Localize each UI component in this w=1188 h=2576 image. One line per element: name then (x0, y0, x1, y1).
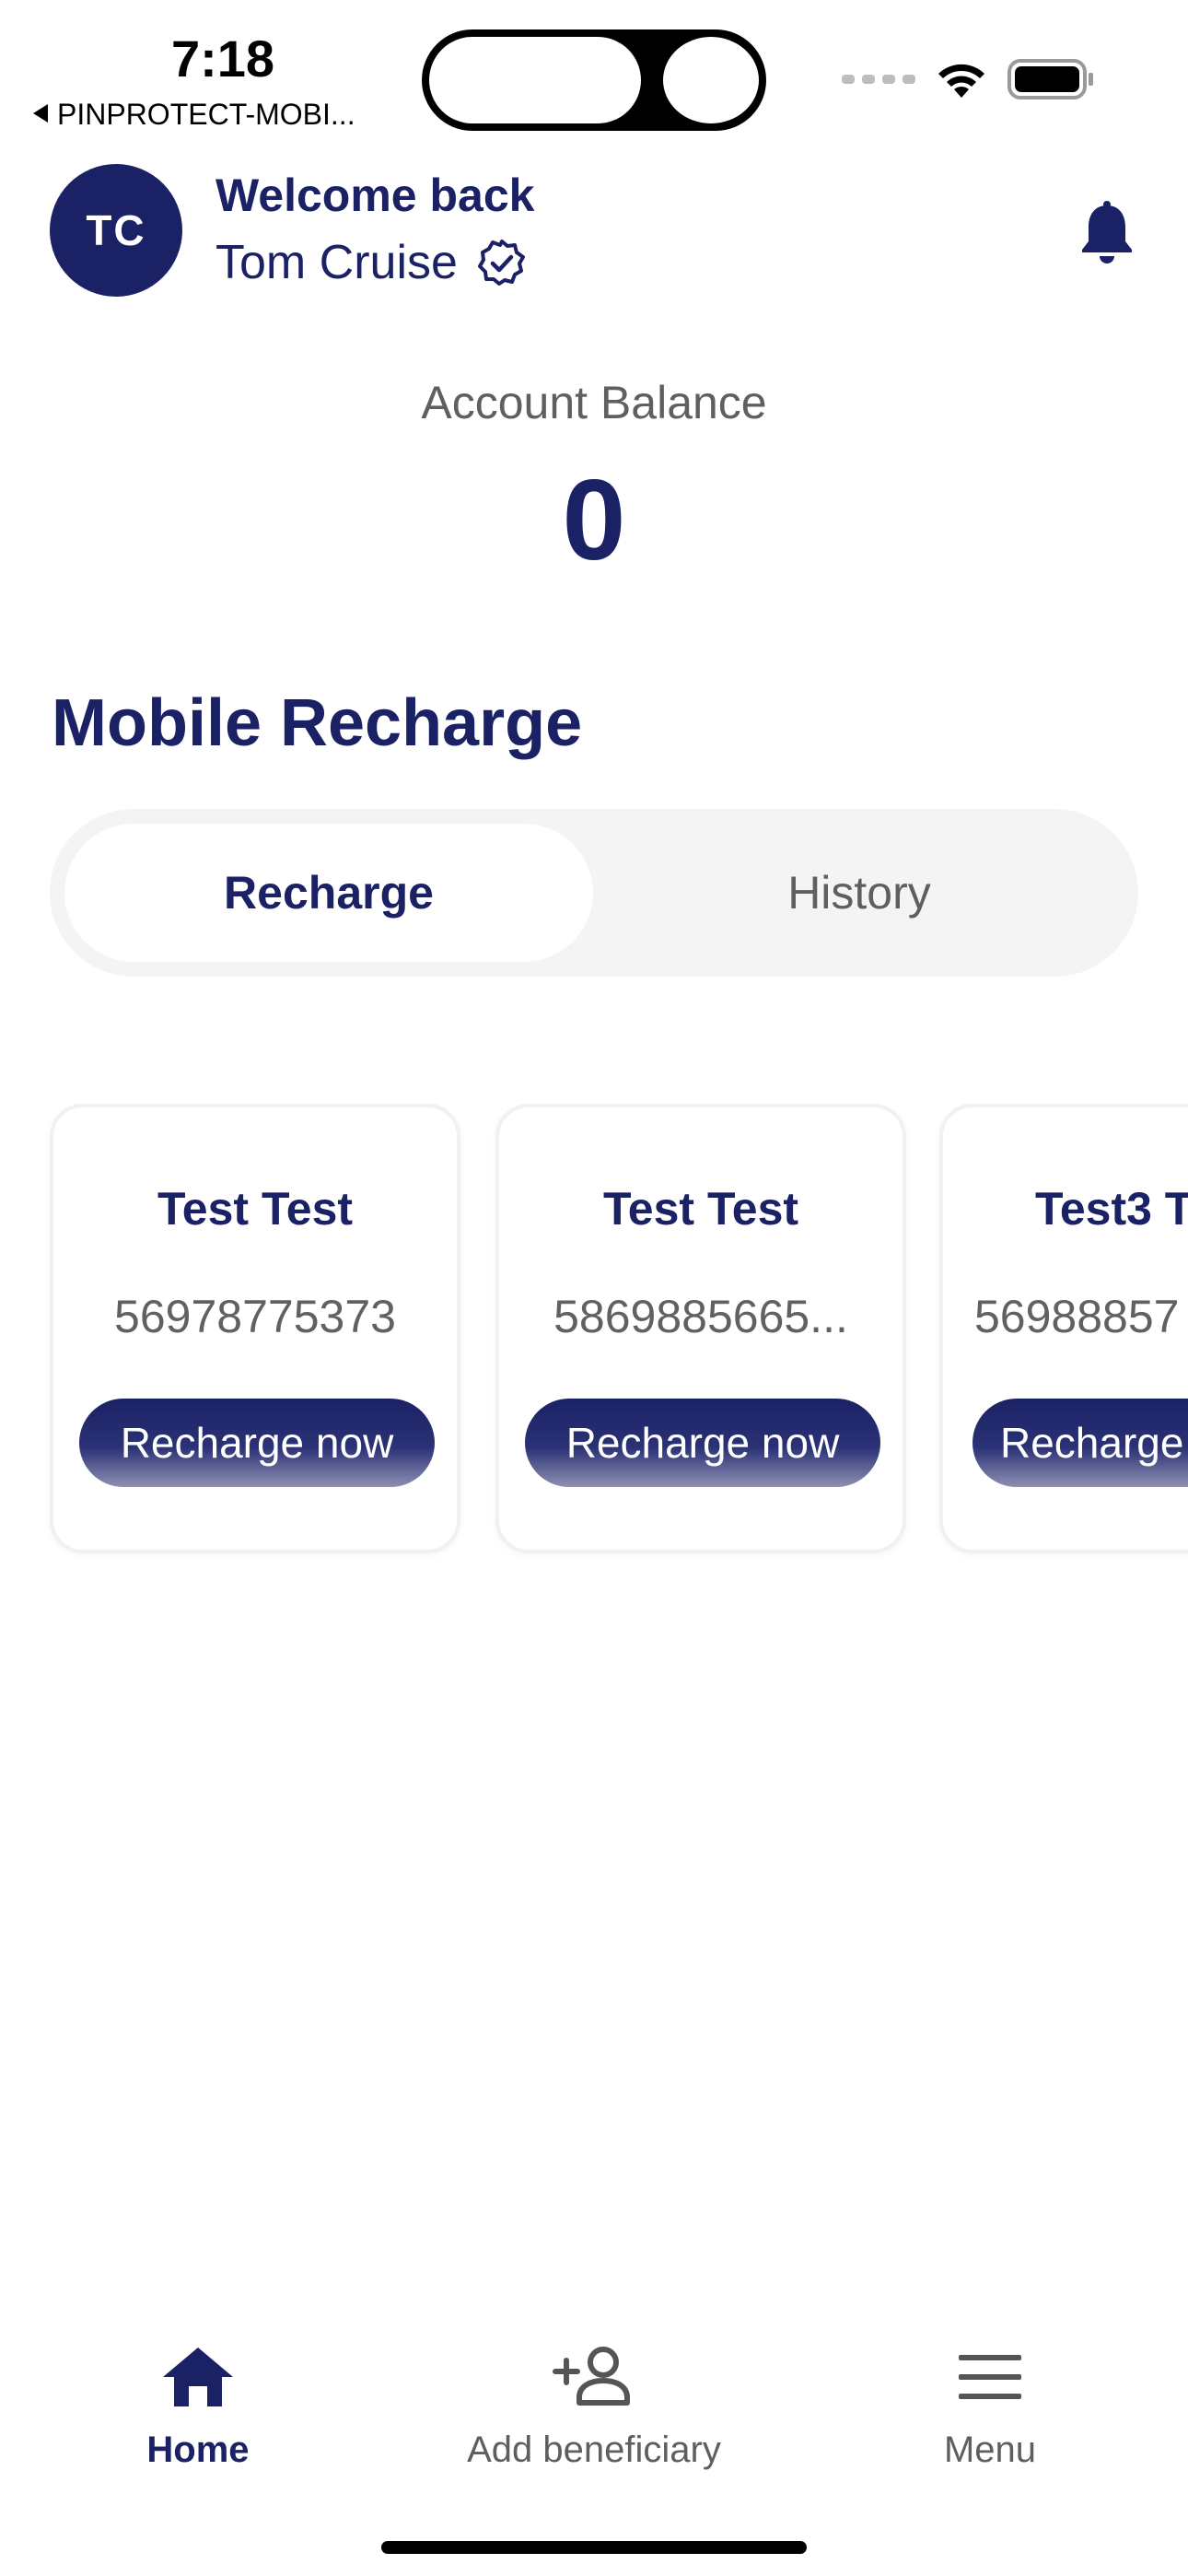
beneficiary-card: Test Test 5869885665... Recharge now (495, 1104, 906, 1553)
home-indicator[interactable] (381, 2541, 807, 2554)
verified-badge-icon (477, 240, 525, 286)
beneficiary-card: Test3 T 56988857 Recharge (939, 1104, 1188, 1553)
beneficiary-carousel[interactable]: Test Test 56978775373 Recharge now Test … (0, 1104, 1188, 1564)
bottom-navigation: Home Add beneficiary Menu (0, 2303, 1188, 2506)
nav-menu[interactable]: Menu (792, 2340, 1188, 2473)
notification-bell-icon[interactable] (1077, 199, 1136, 265)
status-time: 7:18 (170, 29, 275, 88)
recharge-history-switch: Recharge History (50, 809, 1138, 977)
nav-add-beneficiary-label: Add beneficiary (467, 2430, 721, 2470)
back-arrow-icon (33, 104, 48, 123)
beneficiary-phone: 5869885665... (553, 1291, 848, 1342)
home-icon (163, 2348, 233, 2406)
balance-label: Account Balance (421, 377, 767, 428)
back-to-app-link[interactable]: PINPROTECT-MOBI... (33, 96, 355, 133)
nav-home[interactable]: Home (0, 2340, 396, 2473)
tab-recharge[interactable]: Recharge (64, 824, 593, 962)
battery-icon (1007, 59, 1093, 100)
add-person-icon (553, 2347, 630, 2406)
welcome-text: Welcome back (215, 170, 535, 221)
nav-menu-label: Menu (943, 2430, 1037, 2470)
beneficiary-name: Test3 T (1035, 1183, 1188, 1235)
beneficiary-name: Test Test (157, 1183, 354, 1235)
beneficiary-phone: 56978775373 (114, 1291, 396, 1342)
avatar[interactable]: TC (50, 164, 182, 297)
status-indicators (842, 52, 1096, 107)
nav-home-label: Home (146, 2430, 250, 2470)
section-title: Mobile Recharge (52, 686, 583, 760)
nav-add-beneficiary[interactable]: Add beneficiary (396, 2340, 792, 2473)
beneficiary-card: Test Test 56978775373 Recharge now (50, 1104, 460, 1553)
beneficiary-phone: 56988857 (974, 1291, 1180, 1342)
dynamic-island (422, 29, 766, 131)
wifi-icon (938, 64, 984, 98)
recharge-now-button[interactable]: Recharge (973, 1399, 1188, 1487)
user-name: Tom Cruise (215, 236, 458, 289)
user-name-row: Tom Cruise (215, 234, 526, 291)
balance-value: 0 (562, 457, 626, 584)
cellular-signal-icon (842, 75, 915, 84)
menu-icon (959, 2355, 1021, 2399)
recharge-now-button[interactable]: Recharge now (79, 1399, 435, 1487)
beneficiary-name: Test Test (602, 1183, 799, 1235)
dynamic-island-pill (429, 37, 641, 123)
dynamic-island-dot (663, 37, 759, 123)
back-app-label: PINPROTECT-MOBI... (57, 98, 355, 131)
recharge-now-button[interactable]: Recharge now (525, 1399, 880, 1487)
tab-history[interactable]: History (595, 824, 1124, 962)
